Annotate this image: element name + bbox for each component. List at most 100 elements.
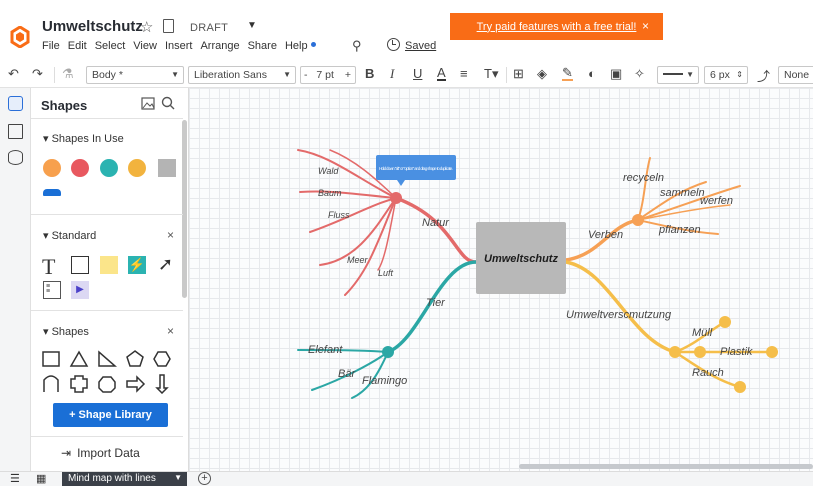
binoculars-icon[interactable]: ⚲ [352, 38, 362, 54]
chevron-down-icon[interactable]: ▼ [174, 473, 182, 482]
chevron-down-icon: ▼ [686, 70, 694, 79]
section-shapes[interactable]: ▾ Shapes [43, 325, 89, 338]
chevron-down-icon: ▼ [283, 70, 291, 79]
close-icon[interactable]: × [167, 324, 174, 338]
menu-share[interactable]: Share [248, 40, 277, 52]
redo-icon[interactable]: ↷ [32, 66, 43, 82]
text-color-button[interactable]: A [437, 66, 446, 81]
align-icon[interactable]: ≡ [460, 66, 468, 81]
arch-shape-icon [43, 375, 59, 392]
lucid-logo-icon[interactable] [10, 26, 30, 48]
search-icon[interactable] [161, 96, 175, 110]
shape-circle-red[interactable] [71, 159, 89, 177]
shape-connector[interactable] [43, 189, 61, 196]
menu-edit[interactable]: Edit [68, 40, 87, 52]
menu-insert[interactable]: Insert [165, 40, 193, 52]
video-shape-icon[interactable]: ▶ [71, 281, 89, 299]
saved-link[interactable]: Saved [405, 40, 436, 52]
menu-arrange[interactable]: Arrange [200, 40, 239, 52]
sticky-note-icon[interactable] [100, 256, 118, 274]
free-trial-link[interactable]: Try paid features with a free trial! [477, 21, 637, 33]
draft-status[interactable]: DRAFT [190, 22, 228, 34]
connector-luft [344, 197, 397, 296]
panel-scrollbar[interactable] [182, 120, 187, 298]
label-baer: Bär [338, 368, 356, 380]
list-shape-icon[interactable]: ≡ ≡ [43, 281, 61, 299]
shape-effects-icon[interactable]: ◐ [588, 66, 596, 81]
image-icon[interactable] [141, 97, 155, 110]
clock-icon[interactable] [387, 38, 400, 51]
bottom-bar: ☰ ▦ Mind map with lines ▼ + [0, 471, 813, 486]
page-icon[interactable] [163, 19, 174, 33]
image-icon[interactable]: ▣ [610, 66, 622, 82]
label-rauch: Rauch [692, 367, 724, 379]
line-width-select[interactable]: 6 px ⇕ [704, 66, 748, 84]
font-family-select[interactable]: Liberation Sans ▼ [188, 66, 296, 84]
line-color-icon[interactable]: ✎ [562, 66, 573, 81]
node-muell-dot [719, 316, 731, 328]
arrow-line-icon[interactable]: ➚ [158, 254, 173, 275]
text-shape-icon[interactable]: T [42, 254, 55, 280]
chevron-down-icon[interactable]: ▼ [247, 20, 257, 31]
label-elefant: Elefant [308, 344, 343, 356]
app-window: Umweltschutz ☆ DRAFT ▼ File Edit Select … [0, 0, 813, 486]
fill-color-icon[interactable]: ◈ [537, 66, 547, 82]
line-style-select[interactable]: ▼ [657, 66, 699, 84]
label-tier: Tier [426, 297, 446, 309]
position-icon[interactable]: ⊞ [513, 66, 524, 82]
triangle-shape-icon [69, 350, 89, 367]
text-options-icon[interactable]: T▾ [484, 66, 498, 82]
menu-help[interactable]: Help [285, 40, 316, 52]
section-shapes-in-use[interactable]: ▾ Shapes In Use [43, 132, 124, 145]
font-size-increase[interactable]: + [345, 69, 351, 81]
shape-library-button[interactable]: + Shape Library [53, 403, 168, 427]
menu-select[interactable]: Select [95, 40, 126, 52]
underline-button[interactable]: U [413, 66, 422, 81]
shape-square-gray[interactable] [158, 159, 176, 177]
font-family-value: Liberation Sans [194, 69, 267, 81]
import-data-button[interactable]: ⇥ Import Data [61, 446, 140, 460]
document-title[interactable]: Umweltschutz [42, 18, 143, 35]
pages-icon[interactable] [8, 124, 23, 139]
action-shape-icon[interactable]: ⚡ [128, 256, 146, 274]
font-size-decrease[interactable]: - [304, 69, 308, 81]
shape-circle-teal[interactable] [100, 159, 118, 177]
close-icon[interactable]: × [167, 228, 174, 242]
text-style-select[interactable]: Body * ▼ [86, 66, 184, 84]
canvas-horizontal-scrollbar[interactable] [519, 464, 813, 469]
node-verschmutzung-dot [669, 346, 681, 358]
close-icon[interactable]: × [642, 19, 649, 33]
list-view-icon[interactable]: ☰ [10, 472, 20, 485]
divider [31, 310, 183, 311]
panel-title: Shapes [41, 98, 88, 113]
font-size-stepper[interactable]: - 7 pt + [300, 66, 356, 84]
bold-button[interactable]: B [365, 66, 374, 81]
rectangle-shape-icon[interactable] [71, 256, 89, 274]
toolbar-divider [506, 67, 507, 83]
menu-file[interactable]: File [42, 40, 60, 52]
diagram-canvas[interactable]: Umweltschutz Hold down "alt" or "option"… [189, 88, 813, 471]
page-tab[interactable]: Mind map with lines ▼ [62, 472, 187, 486]
section-standard[interactable]: ▾ Standard [43, 229, 96, 242]
star-icon[interactable]: ☆ [140, 18, 153, 36]
data-icon[interactable] [8, 150, 23, 165]
add-page-icon[interactable]: + [198, 472, 211, 485]
label-pflanzen: pflanzen [658, 224, 701, 236]
connector-icon[interactable]: ⤴ [757, 66, 770, 85]
shapes-panel: Shapes ▾ Shapes In Use ▾ Standard × T ⚡ … [31, 88, 189, 471]
connector-verschmutzung [564, 260, 677, 354]
magic-wand-icon[interactable]: ✧ [634, 66, 645, 82]
grid-view-icon[interactable]: ▦ [36, 472, 46, 485]
shape-circle-yellow[interactable] [128, 159, 146, 177]
tooltip-pointer [397, 180, 405, 186]
menu-view[interactable]: View [133, 40, 157, 52]
central-node-label: Umweltschutz [484, 253, 558, 265]
free-trial-banner[interactable]: Try paid features with a free trial! × [450, 13, 663, 40]
undo-icon[interactable]: ↶ [8, 66, 19, 82]
italic-button[interactable]: I [390, 66, 394, 82]
arrow-style-select[interactable]: None [778, 66, 813, 84]
notification-dot-icon [310, 42, 316, 47]
format-painter-icon[interactable]: ⚗ [62, 66, 74, 82]
shape-circle-orange[interactable] [43, 159, 61, 177]
shapes-panel-icon[interactable] [8, 96, 23, 111]
